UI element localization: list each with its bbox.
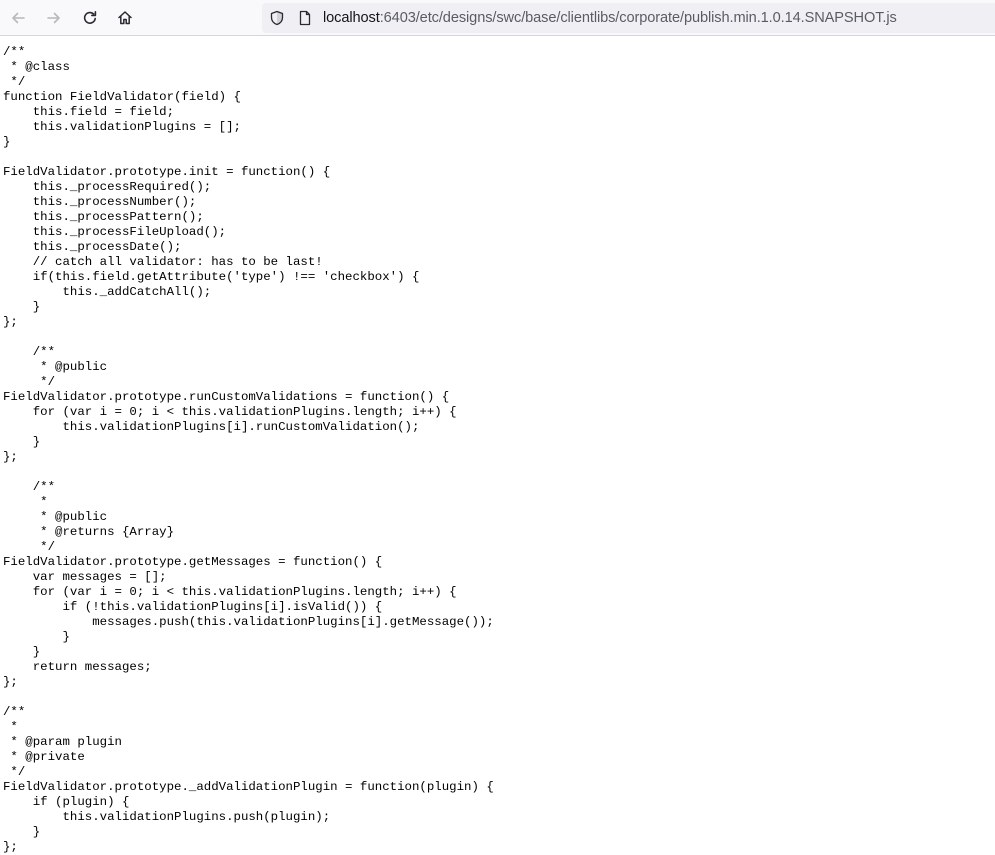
code-line: if(this.field.getAttribute('type') !== '…: [3, 270, 420, 284]
browser-toolbar: localhost:6403/etc/designs/swc/base/clie…: [0, 0, 995, 36]
code-line: this.validationPlugins = [];: [3, 120, 241, 134]
code-line: /**: [3, 705, 26, 719]
code-line: var messages = [];: [3, 570, 167, 584]
code-line: messages.push(this.validationPlugins[i].…: [3, 615, 494, 629]
code-line: this._processNumber();: [3, 195, 197, 209]
code-line: };: [3, 675, 18, 689]
code-line: for (var i = 0; i < this.validationPlugi…: [3, 405, 457, 419]
reload-button[interactable]: [76, 4, 104, 32]
code-line: function FieldValidator(field) {: [3, 90, 241, 104]
code-line: };: [3, 315, 18, 329]
code-line: this.field = field;: [3, 105, 175, 119]
code-line: * @public: [3, 510, 108, 524]
code-line: this._processRequired();: [3, 180, 212, 194]
code-line: this._processDate();: [3, 240, 182, 254]
code-line: };: [3, 840, 18, 854]
back-button[interactable]: [4, 4, 32, 32]
url-host: localhost: [323, 10, 380, 26]
code-line: /**: [3, 45, 26, 59]
code-line: */: [3, 540, 56, 554]
code-line: * @public: [3, 360, 108, 374]
code-line: return messages;: [3, 660, 152, 674]
code-line: */: [3, 765, 26, 779]
code-line: this._processPattern();: [3, 210, 204, 224]
url-path: :6403/etc/designs/swc/base/clientlibs/co…: [379, 10, 897, 26]
page-info-icon[interactable]: [297, 10, 313, 31]
home-icon: [117, 10, 133, 26]
code-line: */: [3, 375, 56, 389]
code-line: /**: [3, 480, 56, 494]
code-line: */: [3, 75, 26, 89]
code-line: if (!this.validationPlugins[i].isValid()…: [3, 600, 383, 614]
code-line: * @returns {Array}: [3, 525, 175, 539]
forward-button[interactable]: [40, 4, 68, 32]
code-line: *: [3, 495, 48, 509]
code-line: this._addCatchAll();: [3, 285, 212, 299]
code-line: }: [3, 630, 70, 644]
code-line: if (plugin) {: [3, 795, 130, 809]
code-line: * @private: [3, 750, 85, 764]
code-line: /**: [3, 345, 56, 359]
code-line: this.validationPlugins[i].runCustomValid…: [3, 420, 420, 434]
code-line: this._processFileUpload();: [3, 225, 227, 239]
code-line: }: [3, 645, 41, 659]
code-line: this.validationPlugins.push(plugin);: [3, 810, 331, 824]
arrow-right-icon: [46, 10, 62, 26]
code-line: for (var i = 0; i < this.validationPlugi…: [3, 585, 457, 599]
code-line: FieldValidator.prototype.runCustomValida…: [3, 390, 450, 404]
reload-icon: [82, 10, 98, 26]
code-line: }: [3, 435, 41, 449]
code-line: }: [3, 825, 41, 839]
address-bar[interactable]: localhost:6403/etc/designs/swc/base/clie…: [262, 3, 995, 33]
home-button[interactable]: [111, 4, 139, 32]
code-line: FieldValidator.prototype._addValidationP…: [3, 780, 494, 794]
source-code-view: /** * @class */function FieldValidator(f…: [3, 45, 494, 855]
code-line: // catch all validator: has to be last!: [3, 255, 323, 269]
arrow-left-icon: [10, 10, 26, 26]
code-line: FieldValidator.prototype.getMessages = f…: [3, 555, 383, 569]
code-line: * @class: [3, 60, 70, 74]
code-line: *: [3, 720, 18, 734]
code-line: FieldValidator.prototype.init = function…: [3, 165, 331, 179]
code-line: };: [3, 450, 18, 464]
code-line: }: [3, 300, 41, 314]
code-line: * @param plugin: [3, 735, 122, 749]
tracking-protection-shield-icon[interactable]: [269, 10, 285, 31]
code-line: }: [3, 135, 11, 149]
url-text[interactable]: localhost:6403/etc/designs/swc/base/clie…: [323, 9, 897, 27]
